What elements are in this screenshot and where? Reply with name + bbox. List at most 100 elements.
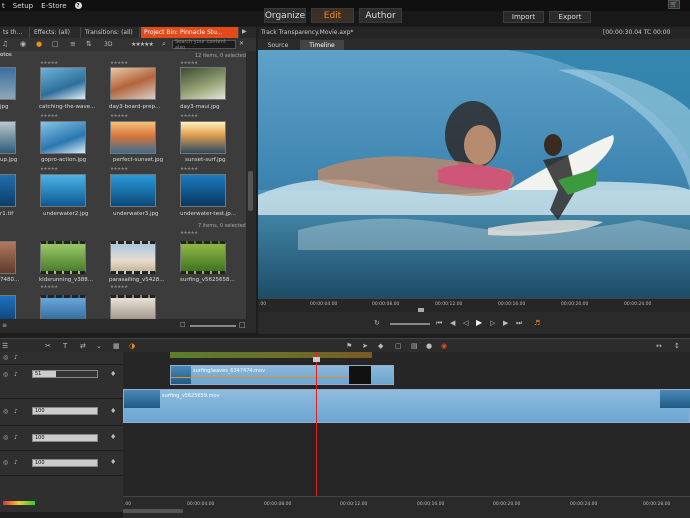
step-forward-icon[interactable]: ▶ [503,319,508,327]
tab-timeline[interactable]: Timeline [300,40,344,50]
photo-thumb[interactable] [40,174,86,207]
track-volume[interactable]: 51 [32,370,98,378]
storyboard-icon[interactable]: ▦ [113,342,120,350]
play-icon[interactable]: ▶ [476,318,482,327]
photo-thumb[interactable] [180,67,226,100]
clip-upper[interactable]: surfing/waves_6347474.mov [170,365,394,385]
photo-thumb[interactable] [180,174,226,207]
keyframe-icon[interactable]: ♦ [110,458,116,466]
track-volume[interactable]: 100 [32,434,98,442]
zoom-icon[interactable]: ↕ [674,342,680,350]
photo-thumb[interactable] [110,121,156,154]
keyframe-icon[interactable]: ♦ [110,407,116,415]
author-button[interactable]: Author [359,8,402,23]
track-volume[interactable]: 100 [32,459,98,467]
photo-thumb[interactable] [40,67,86,100]
video-thumb[interactable] [0,295,16,319]
photo-thumb[interactable] [110,67,156,100]
thumb-size-small-icon[interactable]: □ [180,321,186,328]
photo-thumb[interactable] [180,121,226,154]
video-preview[interactable] [258,50,690,298]
timeline-ruler[interactable]: .00 00:00:04.00 00:00:08.00 00:00:12.00 … [123,496,690,518]
keyframe-icon[interactable]: ♦ [110,433,116,441]
shuttle-slider[interactable] [390,323,430,325]
export-button[interactable]: Export [549,11,591,23]
trim-icon[interactable]: ⌄ [96,342,102,350]
playhead[interactable] [316,352,317,512]
loop-icon[interactable]: ↻ [374,319,380,327]
photo-thumb[interactable] [0,174,16,207]
footer-menu-icon[interactable]: ≡ [2,322,7,329]
track-volume[interactable]: 100 [32,407,98,415]
title-icon[interactable]: T [63,342,67,350]
photo-thumb[interactable] [0,121,16,154]
visibility-icon[interactable]: ◎ [3,434,8,441]
video-thumb[interactable] [110,295,156,319]
color-icon[interactable]: ◑ [129,342,135,350]
search-input[interactable]: Search your content also [172,39,236,51]
audio-mixer-icon[interactable]: ▤ [411,342,418,350]
menu-item-3[interactable]: t [2,2,5,10]
music-icon[interactable]: ♫ [2,40,8,48]
tab-effects[interactable]: Effects: (all) [31,27,81,38]
3d-filter[interactable]: 3D [104,41,112,48]
search-icon[interactable]: ⌕ [162,40,166,49]
photo-thumb[interactable] [110,174,156,207]
palette-icon[interactable]: ● [36,40,42,48]
disc-icon[interactable]: ◉ [20,40,26,48]
player-ruler[interactable]: .00 00:00:04.00 00:00:08.00 00:00:12.00 … [258,298,690,312]
tab-source[interactable]: Source [260,40,296,50]
visibility-icon[interactable]: ◎ [3,459,8,466]
visibility-icon[interactable]: ◎ [3,354,8,361]
edit-button[interactable]: Edit [311,8,354,23]
visibility-icon[interactable]: ◎ [3,371,8,378]
volume-icon[interactable]: ♬ [534,319,540,327]
trash-icon[interactable]: ▢ [395,342,402,350]
marker-icon[interactable]: ⚑ [346,342,352,350]
step-back-icon[interactable]: ◀ [450,319,455,327]
playhead-handle[interactable] [313,357,320,362]
folder-icon[interactable]: □ [52,40,59,48]
razor-icon[interactable]: ✂ [45,342,51,350]
video-thumb[interactable] [180,241,226,274]
menu-item-setup[interactable]: Setup [13,2,33,10]
thumb-size-slider[interactable] [190,325,236,327]
grid-icon[interactable]: ≡ [70,40,76,48]
tab-scroll-right-icon[interactable]: ▶ [242,28,247,35]
sort-icon[interactable]: ⇅ [86,40,92,48]
photo-thumb[interactable] [40,121,86,154]
zoom-fit-icon[interactable]: ↔ [656,342,662,350]
search-clear-icon[interactable]: ✕ [239,40,244,47]
audio-icon[interactable]: ♪ [14,459,18,466]
record-icon[interactable]: ◉ [441,342,447,350]
tab-project-bin[interactable]: Project Bin: Pinnacle Stu... [141,27,239,38]
audio-icon[interactable]: ♪ [14,354,18,361]
sync-icon[interactable]: ⇄ [80,342,86,350]
video-thumb[interactable] [110,241,156,274]
menu-item-estore[interactable]: E-Store [41,2,66,10]
clip-main[interactable]: surfing_v5625659.mov [123,389,690,423]
frame-forward-icon[interactable]: ▷ [490,319,495,327]
tab-themes[interactable]: ts th... [0,27,30,38]
video-thumb[interactable] [0,241,16,274]
go-end-icon[interactable]: ⏭ [516,319,522,328]
thumb-size-large-icon[interactable]: □ [239,321,246,329]
opacity-line[interactable] [171,377,351,378]
library-scrollbar[interactable] [246,51,256,319]
go-start-icon[interactable]: ⏮ [436,319,442,328]
snap-icon[interactable]: ➤ [362,342,368,350]
rating-filter-icon[interactable]: ★★★★★ [131,41,154,48]
voiceover-icon[interactable]: ● [426,342,432,350]
import-button[interactable]: Import [503,11,544,23]
audio-icon[interactable]: ♪ [14,371,18,378]
video-thumb[interactable] [40,295,86,319]
frame-back-icon[interactable]: ◁ [463,319,468,327]
cart-icon[interactable]: 🛒 [668,0,680,9]
scroll-thumb[interactable] [248,171,253,211]
video-thumb[interactable] [40,241,86,274]
sync-lock-icon[interactable]: ◆ [378,342,383,350]
help-icon[interactable]: ? [74,2,82,9]
photo-thumb[interactable] [0,67,16,100]
timeline-settings-icon[interactable]: ☰ [2,342,8,350]
organize-button[interactable]: Organize [264,8,306,23]
